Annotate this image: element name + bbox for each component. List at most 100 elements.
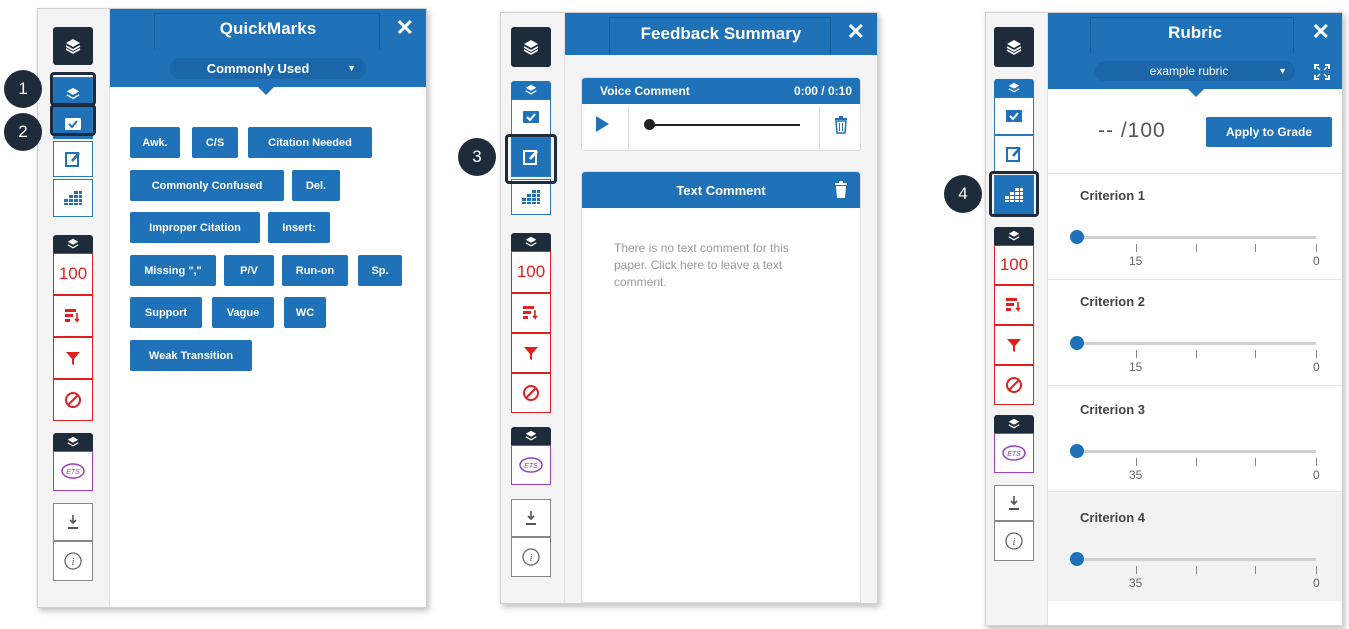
audio-scrubber-handle[interactable] (644, 119, 655, 130)
slider-tick (1316, 244, 1317, 252)
ets-icon: ETS (61, 463, 85, 479)
apply-to-grade-button[interactable]: Apply to Grade (1206, 117, 1332, 147)
quickmark-vague[interactable]: Vague (212, 297, 274, 328)
criterion-slider-track[interactable] (1078, 236, 1316, 239)
feedback-panel: 100 ETS i Feedback Summary ✕ Voice Comme… (500, 12, 878, 604)
text-comment-empty[interactable]: There is no text comment for this paper.… (614, 240, 824, 291)
score-button[interactable]: 100 (511, 251, 551, 293)
grid-icon (64, 191, 82, 205)
ets-button[interactable]: ETS (994, 433, 1034, 473)
quickmark-commonly-confused[interactable]: Commonly Confused (130, 170, 284, 201)
criterion-slider-handle[interactable] (1070, 230, 1084, 244)
expand-icon[interactable] (1314, 64, 1330, 80)
score-button[interactable]: 100 (53, 253, 93, 295)
close-icon[interactable]: ✕ (847, 21, 865, 43)
sort-button[interactable] (511, 293, 551, 333)
comment-button[interactable] (994, 135, 1034, 173)
feedback-layer-tab[interactable] (994, 79, 1034, 97)
criterion-slider-handle[interactable] (1070, 444, 1084, 458)
voice-comment-label: Voice Comment (600, 84, 690, 98)
quickmark-cs[interactable]: C/S (192, 127, 238, 158)
grading-layer-tab[interactable] (511, 233, 551, 251)
close-icon[interactable]: ✕ (1312, 21, 1330, 43)
no-grade-button[interactable] (511, 373, 551, 413)
caret-down-icon: ▼ (1278, 66, 1287, 76)
set-selector[interactable]: Commonly Used ▼ (170, 57, 366, 79)
quickmark-wc[interactable]: WC (284, 297, 326, 328)
sort-button[interactable] (994, 285, 1034, 325)
quickmark-missing-comma[interactable]: Missing "," (130, 255, 216, 286)
quickmark-weak-transition[interactable]: Weak Transition (130, 340, 252, 371)
ets-button[interactable]: ETS (511, 445, 551, 485)
sort-icon (523, 306, 538, 320)
quickmarks-button[interactable] (994, 97, 1034, 135)
grading-layer-tab[interactable] (994, 227, 1034, 245)
ets-button[interactable]: ETS (53, 451, 93, 491)
slider-tick (1255, 458, 1256, 466)
slider-tick (1136, 244, 1137, 252)
quickmark-run-on[interactable]: Run-on (282, 255, 348, 286)
svg-text:i: i (71, 556, 74, 568)
ets-logo-text: ETS (66, 469, 80, 476)
layers-tab[interactable] (53, 27, 93, 65)
no-grade-button[interactable] (994, 365, 1034, 405)
download-button[interactable] (511, 499, 551, 537)
quickmark-improper-citation[interactable]: Improper Citation (130, 212, 260, 243)
ets-icon: ETS (1002, 445, 1026, 461)
slider-max-label: 15 (1129, 254, 1143, 268)
filter-button[interactable] (53, 337, 93, 379)
criterion-slider-track[interactable] (1078, 558, 1316, 561)
sort-button[interactable] (53, 295, 93, 337)
quickmark-insert[interactable]: Insert: (268, 212, 330, 243)
layers-tab[interactable] (511, 27, 551, 67)
download-button[interactable] (53, 503, 93, 541)
ets-layer-tab[interactable] (511, 427, 551, 445)
rubric-selector-bar: example rubric ▼ (1048, 53, 1342, 89)
criterion-slider-track[interactable] (1078, 450, 1316, 453)
ets-layer-tab[interactable] (994, 415, 1034, 433)
text-comment-header: Text Comment (582, 172, 860, 208)
feedback-titlebar: Feedback Summary ✕ (565, 13, 877, 55)
download-button[interactable] (994, 485, 1034, 521)
quickmarks-button[interactable] (511, 99, 551, 135)
layers-icon (525, 430, 537, 441)
criterion-slider-handle[interactable] (1070, 336, 1084, 350)
no-grade-button[interactable] (53, 379, 93, 421)
quickmark-sp[interactable]: Sp. (358, 255, 402, 286)
slider-tick (1255, 566, 1256, 574)
play-button[interactable] (596, 116, 609, 132)
rubric-button[interactable] (53, 179, 93, 217)
grading-layer-tab[interactable] (53, 235, 93, 253)
quickmark-citation-needed[interactable]: Citation Needed (248, 127, 372, 158)
filter-button[interactable] (994, 325, 1034, 365)
criterion-row: Criterion 3 35 0 (1048, 385, 1342, 491)
layers-icon (525, 84, 537, 95)
quickmark-awk[interactable]: Awk. (130, 127, 180, 158)
quickmark-pv[interactable]: P/V (224, 255, 274, 286)
rubric-selector[interactable]: example rubric ▼ (1095, 61, 1295, 81)
panel-title: Rubric (1168, 23, 1222, 42)
info-button[interactable]: i (511, 537, 551, 577)
slider-tick (1136, 350, 1137, 358)
feedback-layer-tab[interactable] (511, 81, 551, 99)
trash-icon[interactable] (834, 181, 848, 199)
filter-button[interactable] (511, 333, 551, 373)
info-button[interactable]: i (53, 541, 93, 581)
quickmark-del[interactable]: Del. (292, 170, 340, 201)
info-button[interactable]: i (994, 521, 1034, 561)
ets-layer-tab[interactable] (53, 433, 93, 451)
close-icon[interactable]: ✕ (396, 17, 414, 39)
score-button[interactable]: 100 (994, 245, 1034, 285)
comment-button[interactable] (53, 141, 93, 177)
layers-tab[interactable] (994, 27, 1034, 67)
criterion-slider-handle[interactable] (1070, 552, 1084, 566)
rubric-button[interactable] (511, 179, 551, 215)
layers-icon (1006, 40, 1022, 55)
trash-icon[interactable] (834, 116, 848, 134)
info-icon: i (522, 548, 540, 566)
audio-scrubber-track[interactable] (646, 124, 800, 126)
score-label: 100 (58, 264, 88, 283)
criterion-slider-track[interactable] (1078, 342, 1316, 345)
quickmark-support[interactable]: Support (130, 297, 202, 328)
slider-min-label: 0 (1313, 360, 1320, 374)
